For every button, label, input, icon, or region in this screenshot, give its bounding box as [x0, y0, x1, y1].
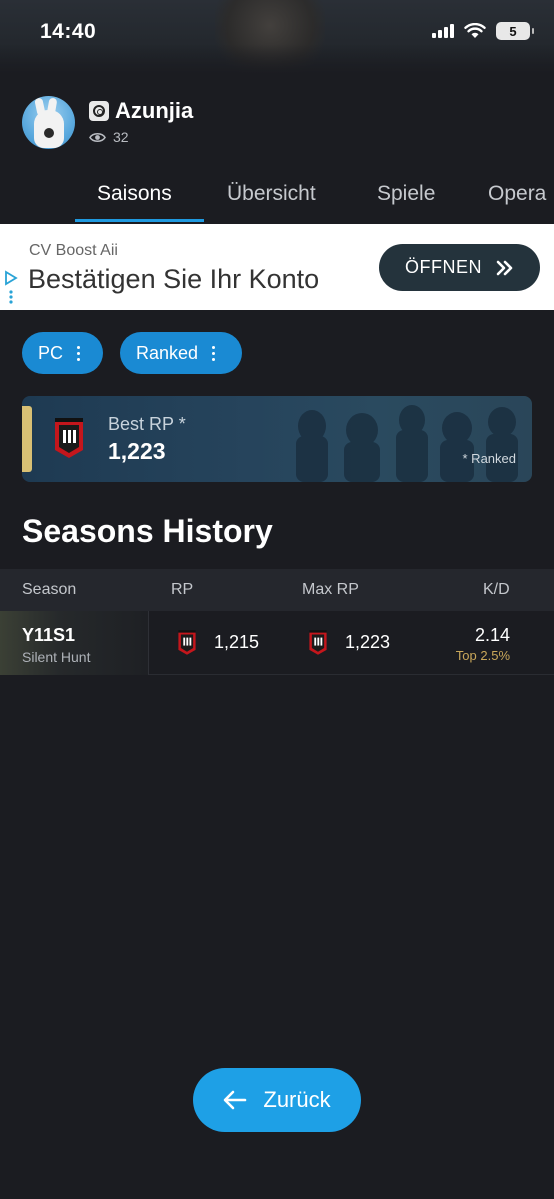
back-button[interactable]: Zurück [193, 1068, 361, 1132]
status-time: 14:40 [40, 20, 97, 43]
ad-banner[interactable]: CV Boost Aii Bestätigen Sie Ihr Konto ÖF… [0, 224, 554, 310]
column-header-kd: K/D [483, 581, 510, 598]
max-rp-value: 1,223 [345, 632, 391, 652]
seasons-history-title: Seasons History [22, 513, 273, 549]
rank-badge-icon [309, 630, 327, 655]
rp-cell: 1,215 [176, 629, 259, 656]
platform-filter-label: PC [38, 342, 64, 363]
tab-bar: Saisons Übersicht Spiele Opera [0, 170, 554, 224]
rank-color-bar [22, 406, 32, 472]
tab-saisons[interactable]: Saisons [97, 182, 172, 206]
rank-badge-icon [178, 630, 196, 655]
tab-uebersicht[interactable]: Übersicht [227, 182, 316, 206]
ad-open-button[interactable]: ÖFFNEN [379, 244, 540, 291]
platform-filter-chip[interactable]: PC [22, 332, 103, 374]
season-cell: Y11S1 Silent Hunt [0, 611, 149, 675]
rank-badge-icon [55, 418, 83, 458]
more-vertical-icon [77, 345, 81, 361]
ad-button-label: ÖFFNEN [405, 257, 482, 277]
column-header-season: Season [22, 581, 77, 598]
profile-name-row: Azunjia [89, 98, 193, 124]
signal-icon [432, 24, 454, 38]
season-code: Y11S1 [22, 625, 76, 645]
kd-value: 2.14 [474, 625, 510, 645]
arrow-left-icon [224, 1090, 247, 1110]
more-vertical-icon [212, 345, 216, 361]
views-count: 32 [113, 129, 129, 145]
battery-icon: 5 [496, 22, 534, 40]
ubisoft-icon [89, 101, 109, 121]
season-name: Silent Hunt [22, 649, 91, 665]
eye-icon [89, 132, 106, 142]
tab-operatoren[interactable]: Opera [488, 182, 546, 206]
column-header-rp: RP [171, 581, 194, 598]
operators-background-image [296, 405, 518, 482]
ad-choices-icon[interactable] [4, 270, 18, 310]
best-rp-label: Best RP * [108, 414, 186, 434]
active-tab-indicator [75, 219, 204, 222]
avatar[interactable] [22, 96, 75, 149]
ad-brand: CV Boost Aii [29, 242, 118, 259]
table-row[interactable]: Y11S1 Silent Hunt 1,215 1,223 2.14 Top 2… [0, 611, 554, 675]
best-rp-card: Best RP * 1,223 * Ranked [22, 396, 532, 482]
status-icons: 5 [432, 22, 534, 40]
mode-filter-chip[interactable]: Ranked [120, 332, 242, 374]
views-row: 32 [89, 129, 129, 145]
max-rp-cell: 1,223 [307, 629, 390, 656]
best-rp-note: * Ranked [462, 451, 516, 466]
wifi-icon [464, 23, 486, 38]
profile-name: Azunjia [115, 98, 194, 123]
double-chevron-right-icon [496, 260, 513, 275]
tab-spiele[interactable]: Spiele [377, 182, 435, 206]
best-rp-value: 1,223 [108, 438, 166, 464]
seasons-table-header: Season RP Max RP K/D [0, 569, 554, 611]
back-button-label: Zurück [263, 1087, 331, 1112]
mode-filter-label: Ranked [136, 342, 199, 363]
kd-top-percentile: Top 2.5% [455, 648, 510, 663]
column-header-max-rp: Max RP [302, 581, 359, 598]
ad-title[interactable]: Bestätigen Sie Ihr Konto [28, 264, 319, 295]
rp-value: 1,215 [214, 632, 260, 652]
